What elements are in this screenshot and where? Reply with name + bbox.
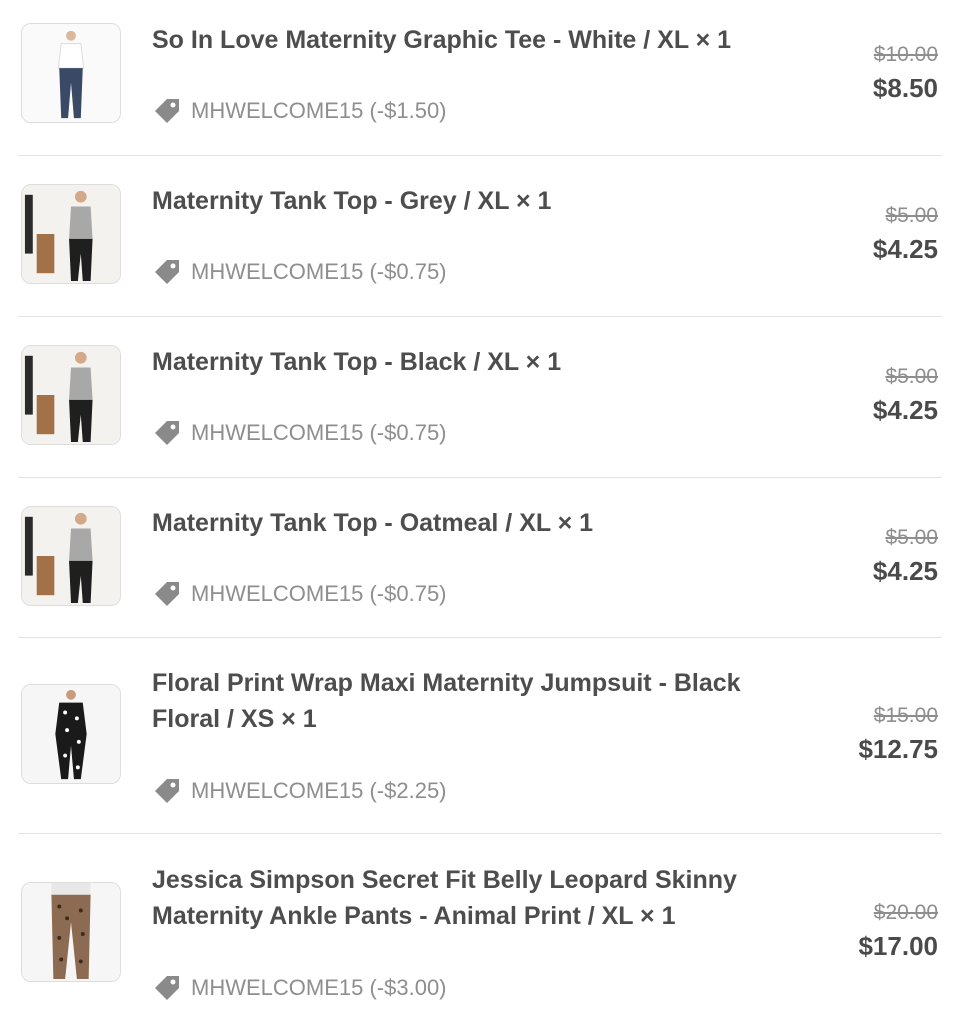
discount-code-text: MHWELCOME15 (-$0.75) (191, 420, 447, 445)
discounted-price: $12.75 (858, 734, 938, 764)
original-price: $20.00 (873, 901, 938, 924)
discount-line: MHWELCOME15 (-$0.75) (152, 256, 447, 288)
product-thumbnail-white-tee (21, 23, 121, 123)
discounted-price: $4.25 (872, 234, 938, 264)
discounted-price: $4.25 (872, 556, 938, 586)
tag-icon (152, 96, 182, 126)
product-title: Maternity Tank Top - Black / XL × 1 (152, 348, 562, 376)
discount-line: MHWELCOME15 (-$0.75) (152, 417, 447, 449)
tag-icon (152, 973, 182, 1003)
product-thumbnail-leopard-pants (21, 882, 121, 982)
product-title: Jessica Simpson Secret Fit Belly Leopard… (152, 866, 737, 930)
discount-code-text: MHWELCOME15 (-$1.50) (191, 98, 447, 123)
discount-line: MHWELCOME15 (-$1.50) (152, 95, 447, 127)
discount-code-text: MHWELCOME15 (-$3.00) (191, 975, 447, 1000)
product-thumbnail-oatmeal-tank (21, 506, 121, 606)
original-price: $10.00 (873, 43, 938, 66)
product-thumbnail-floral-jumpsuit (21, 684, 121, 784)
original-price: $5.00 (885, 204, 938, 227)
discounted-price: $4.25 (872, 395, 938, 425)
product-title: Maternity Tank Top - Grey / XL × 1 (152, 187, 552, 215)
original-price: $15.00 (873, 704, 938, 727)
discount-code-text: MHWELCOME15 (-$2.25) (191, 778, 447, 803)
discount-line: MHWELCOME15 (-$3.00) (152, 972, 447, 1004)
discount-code-text: MHWELCOME15 (-$0.75) (191, 259, 447, 284)
line-item: Maternity Tank Top - Oatmeal / XL × 1 MH… (18, 478, 942, 638)
discount-code-text: MHWELCOME15 (-$0.75) (191, 581, 447, 606)
discount-line: MHWELCOME15 (-$2.25) (152, 775, 447, 807)
original-price: $5.00 (885, 526, 938, 549)
line-item: Maternity Tank Top - Grey / XL × 1 MHWEL… (18, 156, 942, 316)
line-item: Floral Print Wrap Maxi Maternity Jumpsui… (18, 638, 942, 834)
discount-line: MHWELCOME15 (-$0.75) (152, 578, 447, 610)
product-title: So In Love Maternity Graphic Tee - White… (152, 26, 732, 54)
product-thumbnail-grey-tank (21, 184, 121, 284)
tag-icon (152, 257, 182, 287)
line-item: Maternity Tank Top - Black / XL × 1 MHWE… (18, 317, 942, 477)
product-thumbnail-black-tank (21, 345, 121, 445)
tag-icon (152, 579, 182, 609)
product-title: Floral Print Wrap Maxi Maternity Jumpsui… (152, 669, 741, 733)
tag-icon (152, 776, 182, 806)
original-price: $5.00 (885, 365, 938, 388)
discounted-price: $8.50 (872, 73, 938, 103)
line-item: Jessica Simpson Secret Fit Belly Leopard… (18, 834, 942, 1024)
line-item: So In Love Maternity Graphic Tee - White… (18, 0, 942, 155)
discounted-price: $17.00 (858, 931, 938, 961)
product-title: Maternity Tank Top - Oatmeal / XL × 1 (152, 509, 594, 537)
tag-icon (152, 418, 182, 448)
